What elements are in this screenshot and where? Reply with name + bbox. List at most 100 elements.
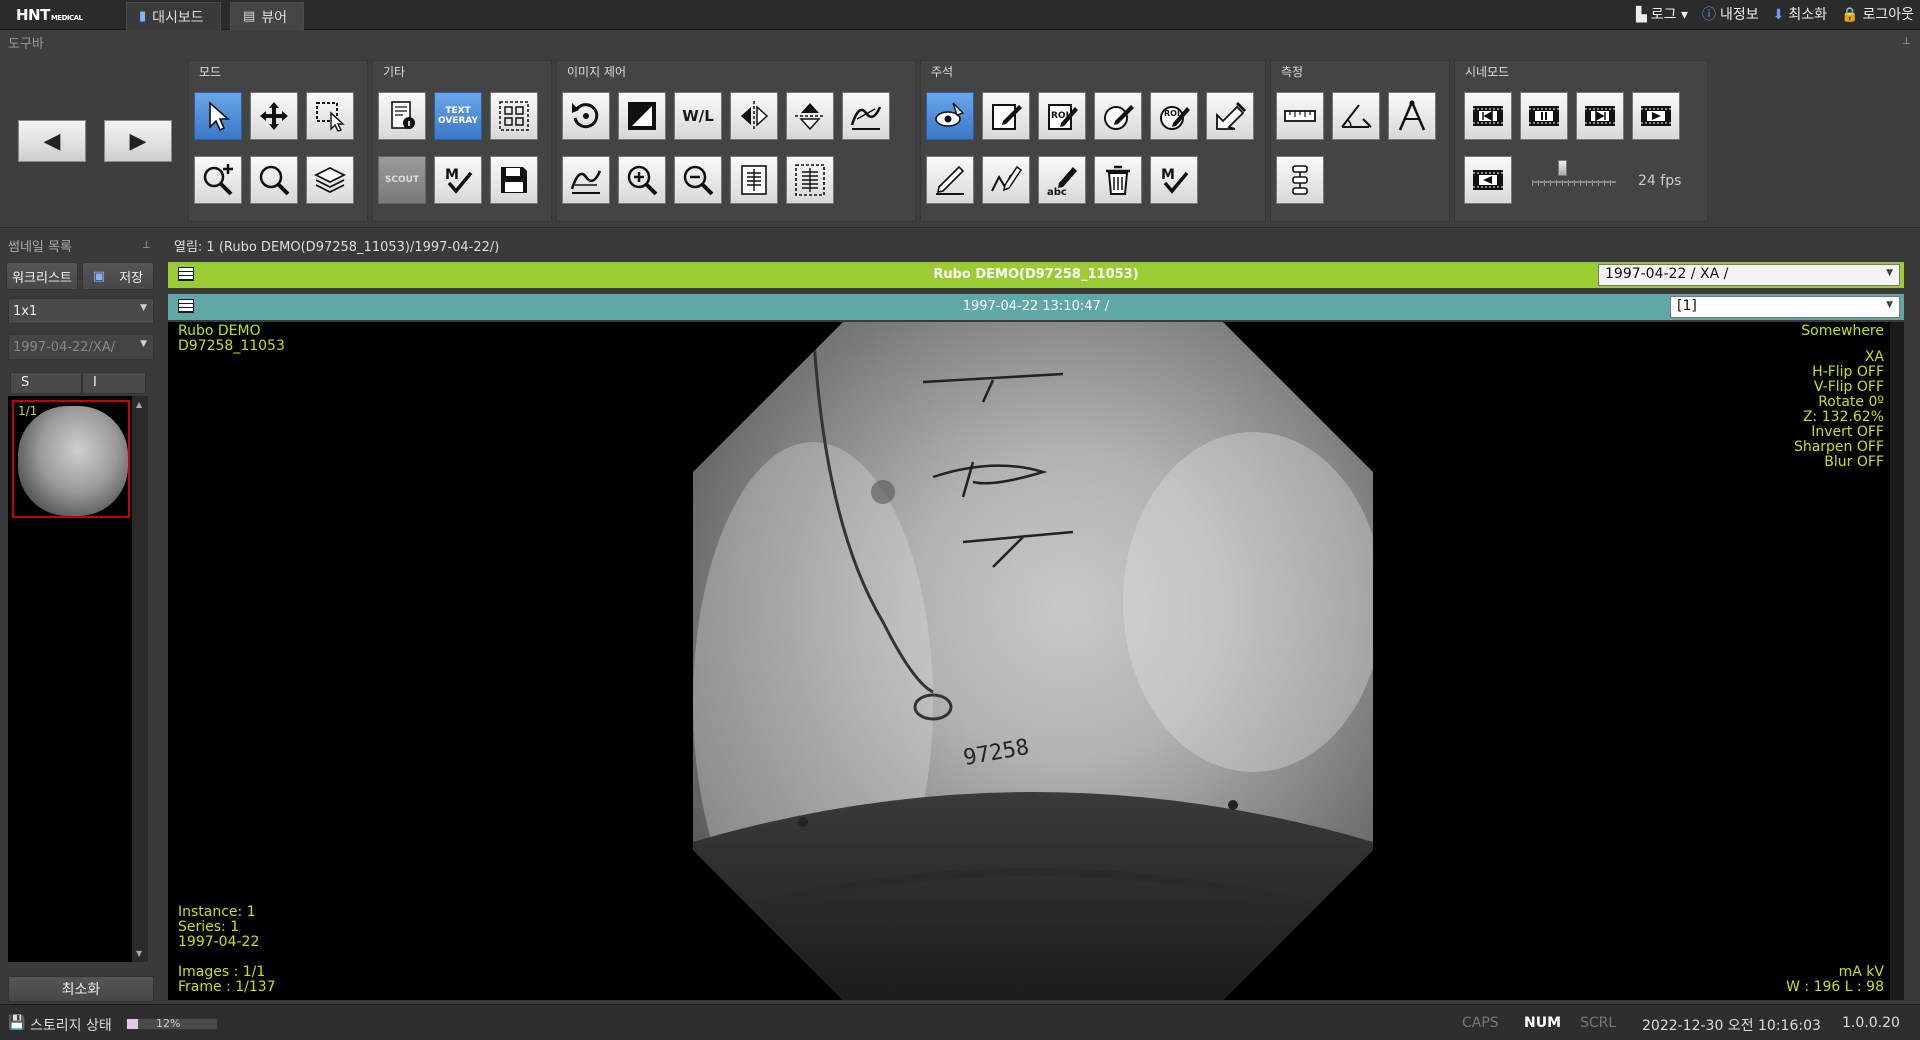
ellipse-edit-icon [1104, 105, 1134, 130]
save-button[interactable]: ▣ 저장 [82, 262, 154, 290]
angle-button[interactable] [1332, 92, 1380, 140]
text-overlay-button[interactable]: TEXT OVERAY [434, 92, 482, 140]
v-flip-button[interactable] [786, 92, 834, 140]
check-mark-icon: M [445, 167, 473, 194]
study-bar: 1997-04-22 13:10:47 / [1] ▼ [168, 294, 1904, 320]
blur-button[interactable] [562, 156, 610, 204]
text-tool-button[interactable]: abc [1038, 156, 1086, 204]
line-pen-button[interactable] [926, 156, 974, 204]
scroll-down-icon[interactable]: ▼ [136, 949, 142, 958]
cine-play-button[interactable] [1632, 92, 1680, 140]
thumbnail-label: 1/1 [18, 404, 38, 418]
title-bar: HNTMEDICAL ▮ 대시보드 ▤ 뷰어 ▙ 로그 ▾ ⓘ 내정보 ⬇ 최소화 🔒… [0, 0, 1920, 30]
cine-prev-button[interactable] [1464, 92, 1512, 140]
magnify-button[interactable] [250, 156, 298, 204]
window-level-button[interactable]: W/L [674, 92, 722, 140]
minimize-link[interactable]: ⬇ 최소화 [1773, 4, 1827, 24]
worklist-button[interactable]: 워크리스트 [6, 262, 78, 290]
pin-icon[interactable]: ⊥ [1902, 36, 1911, 47]
log-menu[interactable]: ▙ 로그 ▾ [1636, 4, 1688, 24]
tab-instances[interactable]: I [82, 372, 146, 394]
zoom-region-button[interactable] [194, 156, 242, 204]
arrow-tool-button[interactable] [1206, 92, 1254, 140]
status-bar: 💾 스토리지 상태 12% CAPS NUM SCRL 2022-12-30 오… [0, 1004, 1920, 1040]
myinfo-link[interactable]: ⓘ 내정보 [1702, 4, 1759, 24]
zoom-out-button[interactable] [674, 156, 722, 204]
next-button[interactable]: ▶ [104, 120, 172, 162]
svg-text:abc: abc [1047, 187, 1067, 197]
scout-button[interactable]: SCOUT [378, 156, 426, 204]
check-mark-icon: M [1161, 167, 1189, 194]
pan-tool-button[interactable] [250, 92, 298, 140]
thumbnail-item[interactable]: 1/1 [12, 400, 130, 518]
reset-button[interactable] [562, 92, 610, 140]
storage-progress-fill [127, 1019, 138, 1029]
fps-slider-thumb[interactable] [1558, 160, 1567, 176]
stack-button[interactable] [306, 156, 354, 204]
series-select[interactable]: 1997-04-22/XA/ ▼ [8, 334, 154, 360]
version: 1.0.0.20 [1842, 1015, 1900, 1031]
mark-annotation-button[interactable]: M [1150, 156, 1198, 204]
flip-horizontal-icon [741, 101, 769, 131]
h-flip-button[interactable] [730, 92, 778, 140]
region-select-button[interactable] [306, 92, 354, 140]
cobb-angle-button[interactable] [1388, 92, 1436, 140]
study-bar-title: 1997-04-22 13:10:47 / [962, 299, 1110, 314]
grid-icon [499, 101, 529, 131]
pen-line-icon [936, 165, 965, 195]
angle-icon [1341, 104, 1372, 128]
rotate-reset-icon [572, 103, 599, 129]
viewport-scrollbar[interactable] [1890, 322, 1904, 1000]
series-index-select[interactable]: [1] ▼ [1670, 296, 1900, 318]
layout-grid-button[interactable] [490, 92, 538, 140]
roi-rect-icon: ROI [1048, 104, 1078, 130]
original-size-button[interactable] [786, 156, 834, 204]
storage-label: 스토리지 상태 [30, 1018, 112, 1034]
tab-viewer[interactable]: ▤ 뷰어 [230, 2, 305, 30]
scroll-up-icon[interactable]: ▲ [136, 400, 142, 409]
roi-ellipse-button[interactable]: ROI [1150, 92, 1198, 140]
floppy-icon [501, 167, 527, 193]
roi-rect-button[interactable]: ROI [1038, 92, 1086, 140]
polyline-button[interactable] [982, 156, 1030, 204]
blur-icon [570, 170, 602, 194]
spine-label-button[interactable] [1276, 156, 1324, 204]
pin-icon[interactable]: ⊥ [142, 240, 151, 251]
tab-dashboard[interactable]: ▮ 대시보드 [126, 2, 221, 30]
cine-pause-button[interactable] [1520, 92, 1568, 140]
film-pause-icon [1529, 106, 1559, 126]
delete-annotation-button[interactable] [1094, 156, 1142, 204]
chest-xray-icon [741, 165, 767, 195]
arrow-down-icon: ⬇ [1772, 7, 1785, 23]
dicom-info-button[interactable] [378, 92, 426, 140]
svg-text:ROI: ROI [1164, 109, 1180, 118]
ellipse-tool-button[interactable] [1094, 92, 1142, 140]
logout-link[interactable]: 🔒 로그아웃 [1841, 4, 1914, 24]
annotation-view-button[interactable] [926, 92, 974, 140]
save-image-button[interactable] [490, 156, 538, 204]
fit-image-button[interactable] [730, 156, 778, 204]
thumbnail-list: 1/1 [8, 396, 146, 962]
tab-series[interactable]: S [10, 372, 82, 394]
film-next-icon [1585, 106, 1615, 126]
patient-study-select[interactable]: 1997-04-22 / XA / ▼ [1598, 264, 1900, 286]
cine-next-button[interactable] [1576, 92, 1624, 140]
cine-reverse-button[interactable] [1464, 156, 1512, 204]
zoom-in-button[interactable] [618, 156, 666, 204]
panel-minimize-button[interactable]: 최소화 [8, 976, 154, 1002]
select-tool-button[interactable] [194, 92, 242, 140]
text-note-button[interactable] [982, 92, 1030, 140]
invert-button[interactable] [618, 92, 666, 140]
thumbnail-scrollbar[interactable]: ▲ ▼ [132, 396, 148, 962]
ruler-button[interactable] [1276, 92, 1324, 140]
sharpen-button[interactable] [842, 92, 890, 140]
layout-select[interactable]: 1x1 ▼ [8, 298, 154, 324]
chevron-down-icon: ▼ [140, 303, 147, 313]
fps-slider[interactable] [1532, 181, 1616, 183]
prev-button[interactable]: ◀ [18, 120, 86, 162]
image-viewport[interactable]: 97258 Rubo DEMO D97258_11053 Somewhere X… [168, 322, 1890, 1000]
ruler-icon [1284, 110, 1316, 122]
sharpen-icon [850, 106, 882, 130]
scout-icon: SCOUT [384, 175, 420, 185]
mark-button[interactable]: M [434, 156, 482, 204]
